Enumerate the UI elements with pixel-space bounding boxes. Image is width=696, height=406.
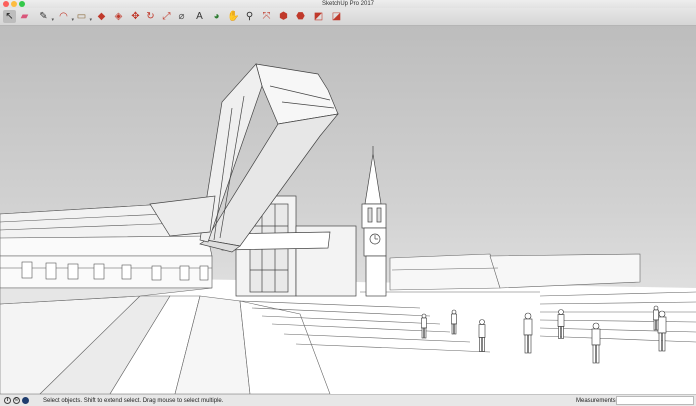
model-drawing xyxy=(0,63,696,394)
status-bar: i © Select objects. Shift to extend sele… xyxy=(0,394,696,406)
measurements-label: Measurements xyxy=(576,398,616,404)
rotate-icon[interactable]: ↻ xyxy=(144,10,157,23)
geo-location-icon[interactable]: i xyxy=(4,397,11,404)
model-viewport[interactable] xyxy=(0,26,696,394)
user-account-icon[interactable] xyxy=(22,397,29,404)
push-pull-icon[interactable]: ◆ xyxy=(95,10,108,23)
status-message: Select objects. Shift to extend select. … xyxy=(43,398,224,404)
zoom-icon[interactable]: ⚲ xyxy=(243,10,256,23)
rectangle-icon[interactable]: ▭ xyxy=(75,10,92,27)
clock-tower xyxy=(361,146,387,297)
arc-icon[interactable]: ◠ xyxy=(57,10,74,27)
tape-measure-icon[interactable]: ⌀ xyxy=(175,10,188,23)
extension-manager-icon[interactable]: ◪ xyxy=(330,10,343,23)
send-to-layout-icon[interactable]: ◩ xyxy=(312,10,325,23)
eraser-icon[interactable]: ▰ xyxy=(18,10,31,23)
getting-started-toolbar: ↖▰ ✎◠▭◆ ◈ ✥↻⤢⌀ A ◕ ✋⚲ ⤧ ⬢ ⬣ ◩ ◪ xyxy=(0,8,696,27)
title-bar: SketchUp Pro 2017 xyxy=(0,0,696,8)
measurements-input[interactable] xyxy=(616,396,694,405)
paint-bucket-icon[interactable]: ◕ xyxy=(210,10,223,23)
offset-icon[interactable]: ◈ xyxy=(112,10,125,23)
window-title: SketchUp Pro 2017 xyxy=(321,1,375,7)
zoom-extents-icon[interactable]: ⤧ xyxy=(260,10,273,23)
3d-warehouse-icon[interactable]: ⬢ xyxy=(277,10,290,23)
pencil-icon[interactable]: ✎ xyxy=(37,10,54,27)
cantilever-block xyxy=(149,63,339,253)
cursor-arrow-icon[interactable]: ↖ xyxy=(3,10,16,23)
sketchup-window: SketchUp Pro 2017 ↖▰ ✎◠▭◆ ◈ ✥↻⤢⌀ A ◕ ✋⚲ ⤧ ⬢ ⬣ ◩ ◪ xyxy=(0,0,696,406)
move-icon[interactable]: ✥ xyxy=(129,10,142,23)
scale-icon[interactable]: ⤢ xyxy=(160,10,173,23)
text-icon[interactable]: A xyxy=(193,10,206,23)
right-building xyxy=(389,253,641,291)
credits-icon[interactable]: © xyxy=(13,397,20,404)
orbit-icon[interactable]: ✋ xyxy=(227,10,240,23)
extension-warehouse-icon[interactable]: ⬣ xyxy=(294,10,307,23)
